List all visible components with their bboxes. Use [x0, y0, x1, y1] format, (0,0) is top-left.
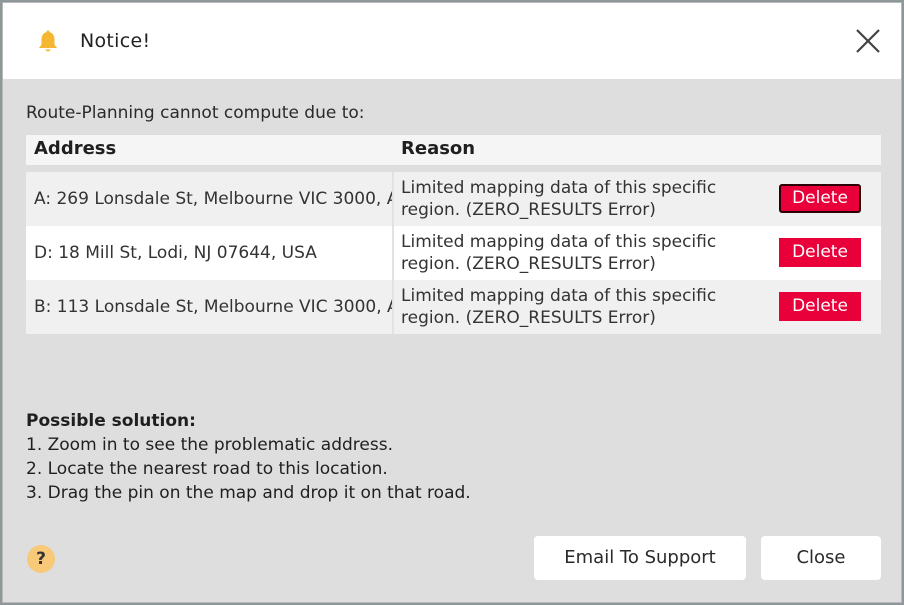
address-cell: A: 269 Lonsdale St, Melbourne VIC 3000, … — [34, 189, 392, 209]
reason-line: Limited mapping data of this specific — [401, 232, 717, 252]
table-row: D: 18 Mill St, Lodi, NJ 07644, USA Limit… — [26, 226, 881, 280]
notice-dialog: Notice! Route-Planning cannot compute du… — [2, 2, 902, 603]
column-divider — [392, 280, 394, 334]
reason-line: region. (ZERO_RESULTS Error) — [401, 200, 656, 220]
column-divider — [392, 226, 394, 280]
solution-step: 1. Zoom in to see the problematic addres… — [26, 435, 393, 455]
address-column-header: Address — [34, 138, 117, 159]
reason-line: Limited mapping data of this specific — [401, 286, 717, 306]
table-row: B: 113 Lonsdale St, Melbourne VIC 3000, … — [26, 280, 881, 334]
close-button[interactable]: Close — [761, 536, 881, 580]
intro-text: Route-Planning cannot compute due to: — [26, 103, 365, 123]
address-cell: D: 18 Mill St, Lodi, NJ 07644, USA — [34, 243, 317, 263]
delete-button[interactable]: Delete — [779, 292, 861, 321]
reason-cell: Limited mapping data of this specific re… — [401, 231, 761, 275]
table-header: Address Reason — [26, 135, 881, 165]
solution-step: 3. Drag the pin on the map and drop it o… — [26, 483, 471, 503]
help-icon[interactable]: ? — [27, 545, 55, 573]
solution-title: Possible solution: — [26, 411, 196, 431]
reason-cell: Limited mapping data of this specific re… — [401, 285, 761, 329]
close-icon[interactable] — [855, 28, 881, 54]
reason-line: region. (ZERO_RESULTS Error) — [401, 308, 656, 328]
delete-button[interactable]: Delete — [779, 238, 861, 267]
dialog-title: Notice! — [80, 30, 151, 52]
solution-step: 2. Locate the nearest road to this locat… — [26, 459, 388, 479]
bell-icon — [37, 30, 59, 54]
delete-button[interactable]: Delete — [779, 184, 861, 213]
reason-line: region. (ZERO_RESULTS Error) — [401, 254, 656, 274]
address-cell: B: 113 Lonsdale St, Melbourne VIC 3000, … — [34, 297, 392, 317]
table-row: A: 269 Lonsdale St, Melbourne VIC 3000, … — [26, 172, 881, 226]
dialog-header: Notice! — [3, 3, 901, 79]
possible-solution: Possible solution: 1. Zoom in to see the… — [26, 409, 471, 505]
reason-cell: Limited mapping data of this specific re… — [401, 177, 761, 221]
reason-column-header: Reason — [401, 138, 476, 159]
reason-line: Limited mapping data of this specific — [401, 178, 717, 198]
email-support-button[interactable]: Email To Support — [534, 536, 746, 580]
problem-table: Address Reason A: 269 Lonsdale St, Melbo… — [26, 135, 881, 334]
column-divider — [392, 172, 394, 226]
